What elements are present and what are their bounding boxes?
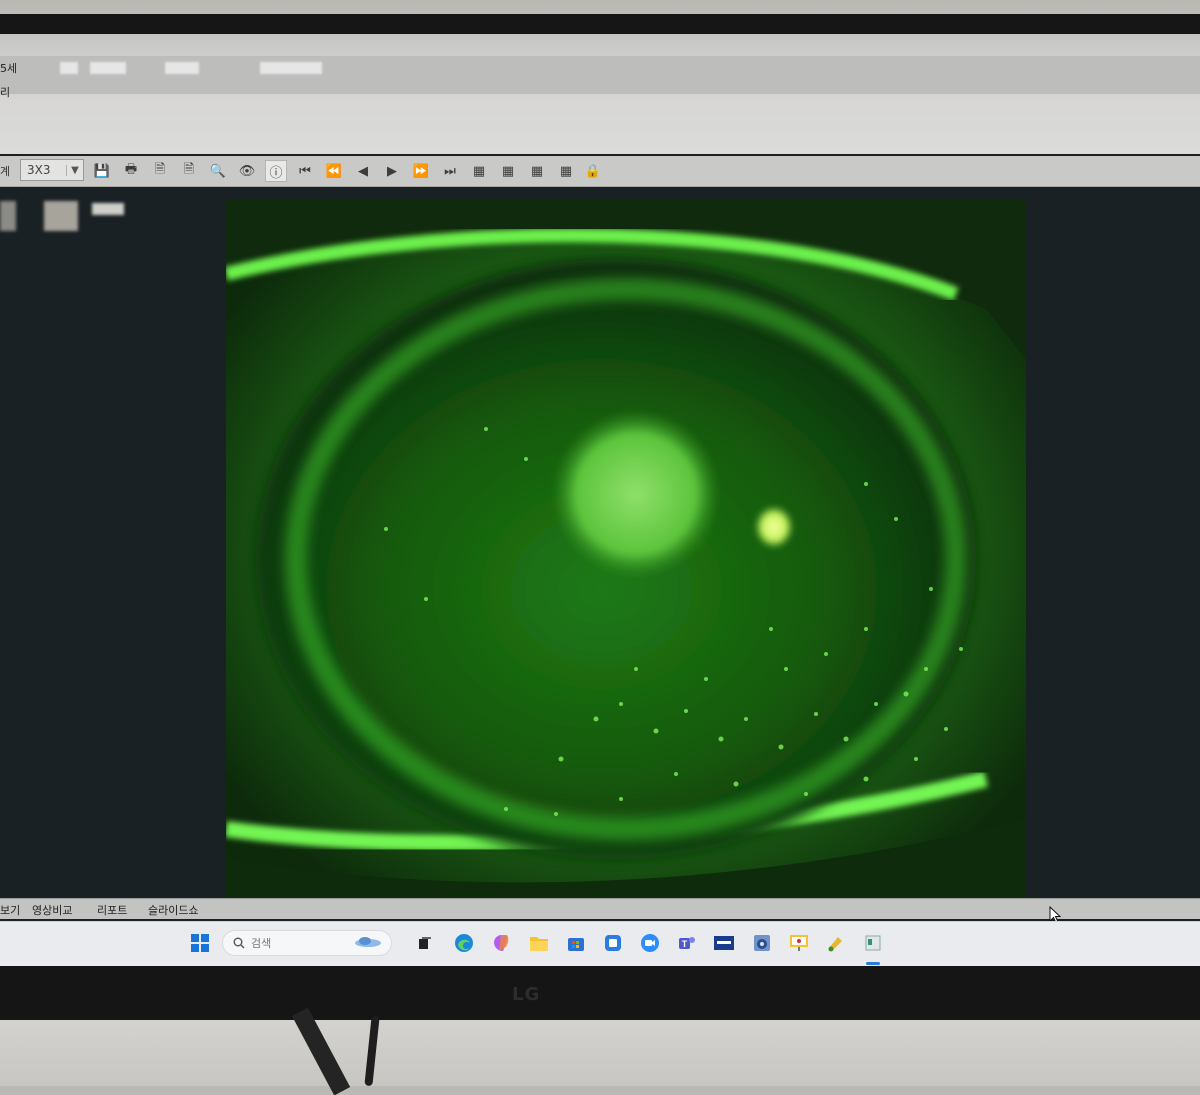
save-icon[interactable]: 💾 bbox=[91, 160, 113, 182]
store-icon[interactable] bbox=[565, 932, 587, 954]
app-header: 5세 리 bbox=[0, 34, 1200, 154]
active-app-indicator bbox=[866, 962, 880, 965]
last-icon[interactable]: ⏭ bbox=[439, 160, 461, 182]
layout-select[interactable]: 3X3 ▼ bbox=[20, 159, 84, 181]
redacted-thumbnail bbox=[44, 201, 78, 231]
eye-icon[interactable]: 👁 bbox=[236, 160, 258, 182]
lock-icon[interactable]: 🔒 bbox=[582, 160, 604, 182]
redacted-info bbox=[260, 62, 322, 74]
redacted-thumbnail bbox=[0, 201, 16, 231]
grid-1-icon[interactable]: ▦ bbox=[468, 160, 490, 182]
paint-icon[interactable] bbox=[825, 932, 847, 954]
search-placeholder: 검색 bbox=[251, 937, 272, 950]
svg-text:T: T bbox=[682, 939, 688, 949]
teams-icon[interactable]: T bbox=[676, 932, 698, 954]
zeiss-icon[interactable] bbox=[713, 932, 735, 954]
play-icon[interactable]: ▶ bbox=[381, 160, 403, 182]
image-toolbar: 계 3X3 ▼ 💾 🖶 🗎 🗎 🔍 👁 ⓘ ⏮ ⏪ ◀ ▶ ⏩ ⏭ ▦ ▦ ▦ ▦ 🔒 bbox=[0, 156, 1200, 187]
monitor-chin: LG bbox=[0, 966, 1200, 1018]
redacted-info bbox=[165, 62, 199, 74]
search-icon bbox=[233, 934, 245, 953]
fast-forward-icon[interactable]: ⏩ bbox=[410, 160, 432, 182]
bottom-tab-bar: 보기 영상비교 리포트 슬라이드쇼 bbox=[0, 898, 1200, 919]
edge-icon[interactable] bbox=[453, 932, 475, 954]
tab-slideshow[interactable]: 슬라이드쇼 bbox=[148, 902, 199, 918]
viewer-app-icon[interactable] bbox=[751, 932, 773, 954]
toolbar-label: 계 bbox=[0, 165, 11, 178]
patient-age-label: 5세 bbox=[0, 62, 18, 75]
grid-4-icon[interactable]: ▦ bbox=[555, 160, 577, 182]
windows-taskbar: 검색 T bbox=[0, 921, 1200, 966]
menu-label: 리 bbox=[0, 86, 11, 99]
task-view-icon[interactable] bbox=[414, 932, 436, 954]
zoom-icon[interactable]: 🔍 bbox=[207, 160, 229, 182]
copilot-icon[interactable] bbox=[490, 932, 512, 954]
redacted-info bbox=[90, 62, 126, 74]
layout-select-value: 3X3 bbox=[27, 163, 51, 177]
document-icon[interactable]: 🗎 bbox=[149, 160, 171, 182]
print-icon[interactable]: 🖶 bbox=[120, 160, 142, 182]
chevron-down-icon: ▼ bbox=[66, 164, 83, 176]
screen: 5세 리 계 3X3 ▼ 💾 🖶 🗎 🗎 🔍 👁 ⓘ ⏮ ⏪ ◀ ▶ ⏩ ⏭ ▦ ▦ ▦ ▦ 🔒 bbox=[0, 34, 1200, 966]
eye-image[interactable] bbox=[226, 199, 1026, 897]
windows-start-icon[interactable] bbox=[189, 932, 211, 954]
redacted-info bbox=[60, 62, 78, 74]
monitor-stand bbox=[292, 1007, 351, 1095]
monitor-cable bbox=[364, 1015, 380, 1087]
grid-2-icon[interactable]: ▦ bbox=[497, 160, 519, 182]
active-app-icon[interactable] bbox=[862, 932, 884, 954]
tab-view[interactable]: 보기 bbox=[0, 902, 20, 918]
tab-report[interactable]: 리포트 bbox=[97, 902, 127, 918]
previous-icon[interactable]: ◀ bbox=[352, 160, 374, 182]
image-viewer bbox=[0, 187, 1200, 897]
app-icon[interactable] bbox=[602, 932, 624, 954]
rewind-icon[interactable]: ⏪ bbox=[323, 160, 345, 182]
file-explorer-icon[interactable] bbox=[528, 932, 550, 954]
fluorescein-eye-image-icon bbox=[226, 199, 1026, 897]
widgets-icon[interactable] bbox=[353, 934, 383, 953]
first-icon[interactable]: ⏮ bbox=[294, 160, 316, 182]
zoom-icon[interactable] bbox=[639, 932, 661, 954]
taskbar-search-input[interactable]: 검색 bbox=[222, 930, 392, 956]
redacted-thumbnail bbox=[92, 203, 124, 215]
pdf-icon[interactable]: 🗎 bbox=[178, 160, 200, 182]
monitor-brand-logo: LG bbox=[512, 984, 541, 1005]
grid-3-icon[interactable]: ▦ bbox=[526, 160, 548, 182]
tab-image-compare[interactable]: 영상비교 bbox=[32, 902, 72, 918]
presentation-icon[interactable] bbox=[788, 932, 810, 954]
info-icon[interactable]: ⓘ bbox=[265, 160, 287, 182]
